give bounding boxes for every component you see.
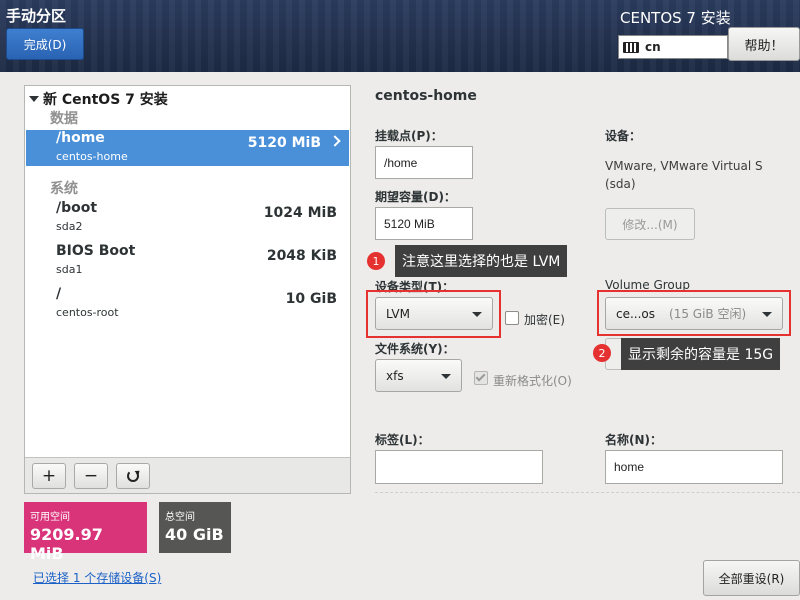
total-space-label: 总空间 (165, 512, 195, 523)
volume-group-free: (15 GiB 空闲) (669, 307, 747, 321)
mount-name: /home (56, 130, 105, 146)
mount-device: sda1 (56, 263, 83, 276)
modify-device-button[interactable]: 修改...(M) (605, 208, 695, 240)
check-icon (475, 371, 486, 382)
mount-size: 2048 KiB (266, 248, 337, 264)
mount-name: /boot (56, 200, 98, 216)
annotation-callout-1: 注意这里选择的也是 LVM (395, 245, 568, 277)
encrypt-checkbox[interactable] (505, 311, 519, 325)
tag-input[interactable] (375, 450, 543, 484)
device-label: 设备： (605, 129, 642, 143)
mount-device: sda2 (56, 220, 83, 233)
done-button[interactable]: 完成(D) (6, 28, 84, 60)
capacity-input[interactable] (375, 207, 473, 240)
annotation-badge-2: 2 (593, 344, 611, 362)
separator (375, 492, 800, 493)
chevron-right-icon (329, 135, 341, 147)
expand-triangle-icon (29, 96, 39, 102)
mount-size: 10 GiB (285, 291, 337, 307)
encrypt-label: 加密(E) (524, 313, 565, 327)
data-section-label: 数据 (50, 111, 78, 127)
available-space-value: 9209.97 MiB (30, 525, 103, 563)
mount-toolbar: + − (25, 457, 350, 493)
available-space-box: 可用空间 9209.97 MiB (24, 502, 147, 563)
mount-device: centos-home (56, 150, 128, 163)
device-type-select[interactable]: LVM (375, 297, 493, 330)
storage-devices-link[interactable]: 已选择 1 个存储设备(S) (33, 569, 161, 586)
device-type-value: LVM (386, 306, 410, 321)
available-space-label: 可用空间 (30, 512, 70, 523)
refresh-icon (127, 470, 139, 482)
reformat-label: 重新格式化(O) (493, 374, 572, 388)
mount-point-label: 挂载点(P)： (375, 129, 443, 143)
dropdown-arrow-icon (441, 373, 451, 379)
mount-name: / (56, 286, 62, 302)
mount-device: centos-root (56, 306, 119, 319)
refresh-button[interactable] (116, 463, 150, 489)
dropdown-arrow-icon (762, 311, 772, 317)
mount-point-input[interactable] (375, 146, 473, 179)
system-section-label: 系统 (50, 181, 78, 197)
mount-row-bios-boot[interactable]: BIOS Boot sda1 2048 KiB (26, 243, 349, 279)
mount-size: 1024 MiB (263, 205, 337, 221)
mount-row-root[interactable]: / centos-root 10 GiB (26, 286, 349, 322)
volume-group-select[interactable]: ce...os (15 GiB 空闲) (605, 297, 783, 330)
install-group-header[interactable]: 新 CentOS 7 安装 (29, 89, 168, 109)
reset-all-button[interactable]: 全部重设(R) (703, 560, 800, 596)
install-group-title: 新 CentOS 7 安装 (43, 92, 168, 108)
header-bar: 手动分区 完成(D) CENTOS 7 安装 cn 帮助！ (0, 0, 800, 72)
help-button[interactable]: 帮助！ (728, 27, 800, 61)
dropdown-arrow-icon (472, 311, 482, 317)
device-info: VMware, VMware Virtual S (sda) (605, 159, 763, 191)
filesystem-select[interactable]: xfs (375, 359, 462, 392)
annotation-callout-2: 显示剩余的容量是 15G (621, 338, 781, 370)
detail-title: centos-home (375, 88, 477, 104)
remove-mount-button[interactable]: − (74, 463, 108, 489)
mount-row-home[interactable]: /home centos-home 5120 MiB (26, 130, 349, 166)
reformat-checkbox[interactable] (474, 371, 488, 385)
keyboard-layout-indicator[interactable]: cn (618, 35, 728, 59)
mount-row-boot[interactable]: /boot sda2 1024 MiB (26, 200, 349, 236)
volume-group-value: ce...os (616, 306, 656, 321)
tag-label: 标签(L)： (375, 433, 430, 447)
total-space-box: 总空间 40 GiB (159, 502, 231, 553)
keyboard-icon (623, 41, 639, 53)
mount-point-list: 新 CentOS 7 安装 数据 /home centos-home 5120 … (24, 85, 351, 494)
keyboard-layout-label: cn (645, 40, 661, 54)
mount-name: BIOS Boot (56, 243, 136, 259)
add-mount-button[interactable]: + (32, 463, 66, 489)
filesystem-label: 文件系统(Y)： (375, 342, 455, 356)
mount-size: 5120 MiB (247, 135, 321, 151)
total-space-value: 40 GiB (165, 525, 224, 544)
name-input[interactable] (605, 450, 783, 484)
product-title: CENTOS 7 安装 (620, 9, 731, 27)
annotation-badge-1: 1 (367, 252, 385, 270)
capacity-label: 期望容量(D)： (375, 190, 456, 204)
page-title: 手动分区 (6, 7, 67, 25)
filesystem-value: xfs (386, 368, 404, 383)
name-label: 名称(N)： (605, 433, 663, 447)
